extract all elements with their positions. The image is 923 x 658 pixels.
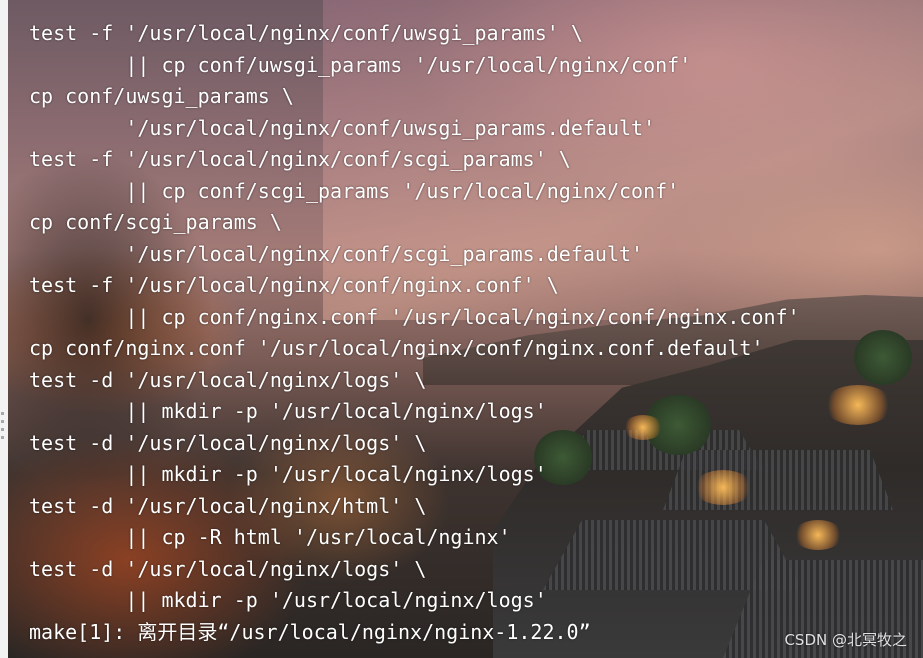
resize-grip-dot (1, 420, 4, 423)
terminal-text[interactable]: test -f '/usr/local/nginx/conf/uwsgi_par… (29, 18, 800, 648)
terminal-line: || cp conf/nginx.conf '/usr/local/nginx/… (29, 304, 800, 329)
terminal-line: test -d '/usr/local/nginx/logs' \ (29, 556, 427, 581)
background-light (823, 385, 893, 425)
terminal-line: || cp conf/uwsgi_params '/usr/local/ngin… (29, 52, 692, 77)
terminal-window: test -f '/usr/local/nginx/conf/uwsgi_par… (0, 0, 923, 658)
resize-grip-dot (1, 436, 4, 439)
terminal-line: '/usr/local/nginx/conf/uwsgi_params.defa… (29, 115, 656, 140)
terminal-line: cp conf/nginx.conf '/usr/local/nginx/con… (29, 336, 764, 360)
terminal-line: || mkdir -p '/usr/local/nginx/logs' (29, 399, 547, 423)
terminal-line: cp conf/uwsgi_params \ (29, 84, 294, 108)
terminal-line: cp conf/scgi_params \ (29, 210, 282, 234)
terminal-line: || cp conf/scgi_params '/usr/local/nginx… (29, 178, 680, 203)
terminal-line: test -f '/usr/local/nginx/conf/nginx.con… (29, 273, 559, 297)
terminal-line: make[1]: 离开目录“/usr/local/nginx/nginx-1.2… (29, 619, 591, 644)
background-tree (853, 330, 913, 385)
terminal-line: test -d '/usr/local/nginx/html' \ (29, 493, 427, 518)
terminal-line: test -f '/usr/local/nginx/conf/uwsgi_par… (29, 21, 583, 45)
terminal-output-area[interactable]: test -f '/usr/local/nginx/conf/uwsgi_par… (8, 0, 923, 658)
csdn-watermark: CSDN @北冥牧之 (784, 631, 907, 649)
terminal-line: || mkdir -p '/usr/local/nginx/logs' (29, 462, 547, 486)
terminal-line: test -d '/usr/local/nginx/logs' \ (29, 367, 427, 392)
terminal-line: test -d '/usr/local/nginx/logs' \ (29, 430, 427, 455)
resize-grip-dot (1, 428, 4, 431)
terminal-line: || mkdir -p '/usr/local/nginx/logs' (29, 588, 547, 612)
terminal-line: test -f '/usr/local/nginx/conf/scgi_para… (29, 147, 571, 171)
terminal-line: || cp -R html '/usr/local/nginx' (29, 525, 511, 549)
resize-grip-dot (1, 412, 4, 415)
background-light (793, 520, 843, 550)
terminal-line: '/usr/local/nginx/conf/scgi_params.defau… (29, 241, 644, 266)
